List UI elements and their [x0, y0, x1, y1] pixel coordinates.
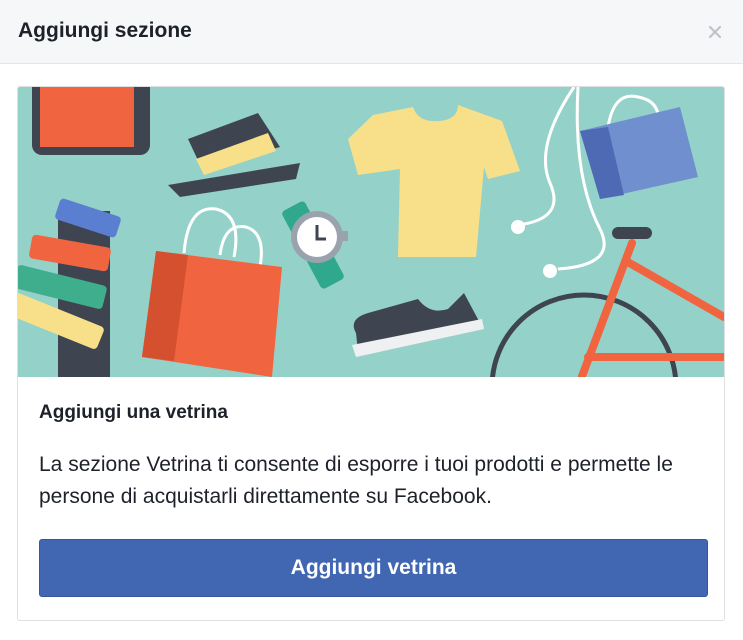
card-description: La sezione Vetrina ti consente di esporr… — [39, 453, 673, 508]
close-button[interactable] — [701, 18, 729, 46]
orange-bag-icon — [142, 207, 282, 377]
shopping-bag-icon — [580, 94, 698, 199]
picture-frame-icon — [32, 87, 150, 155]
watch-icon — [282, 201, 348, 289]
shop-card: Aggiungi una vetrina La sezione Vetrina … — [17, 86, 725, 621]
t-shirt-icon — [348, 105, 520, 257]
sneaker-icon — [352, 293, 484, 357]
stacked-blocks-icon — [18, 198, 121, 377]
card-heading: Aggiungi una vetrina — [39, 402, 228, 423]
dialog-header: Aggiungi sezione — [0, 0, 743, 64]
hat-icon — [168, 113, 300, 197]
earphones-icon — [511, 87, 606, 278]
add-section-dialog: Aggiungi sezione Aggiungi una vetrina La… — [0, 0, 743, 640]
close-icon — [708, 25, 722, 39]
dialog-body: Aggiungi una vetrina La sezione Vetrina … — [0, 64, 743, 640]
dialog-title: Aggiungi sezione — [18, 19, 192, 42]
shop-illustration-art — [18, 87, 724, 377]
shop-illustration — [18, 87, 724, 377]
add-shop-button[interactable]: Aggiungi vetrina — [39, 539, 708, 597]
bicycle-icon — [490, 227, 724, 377]
